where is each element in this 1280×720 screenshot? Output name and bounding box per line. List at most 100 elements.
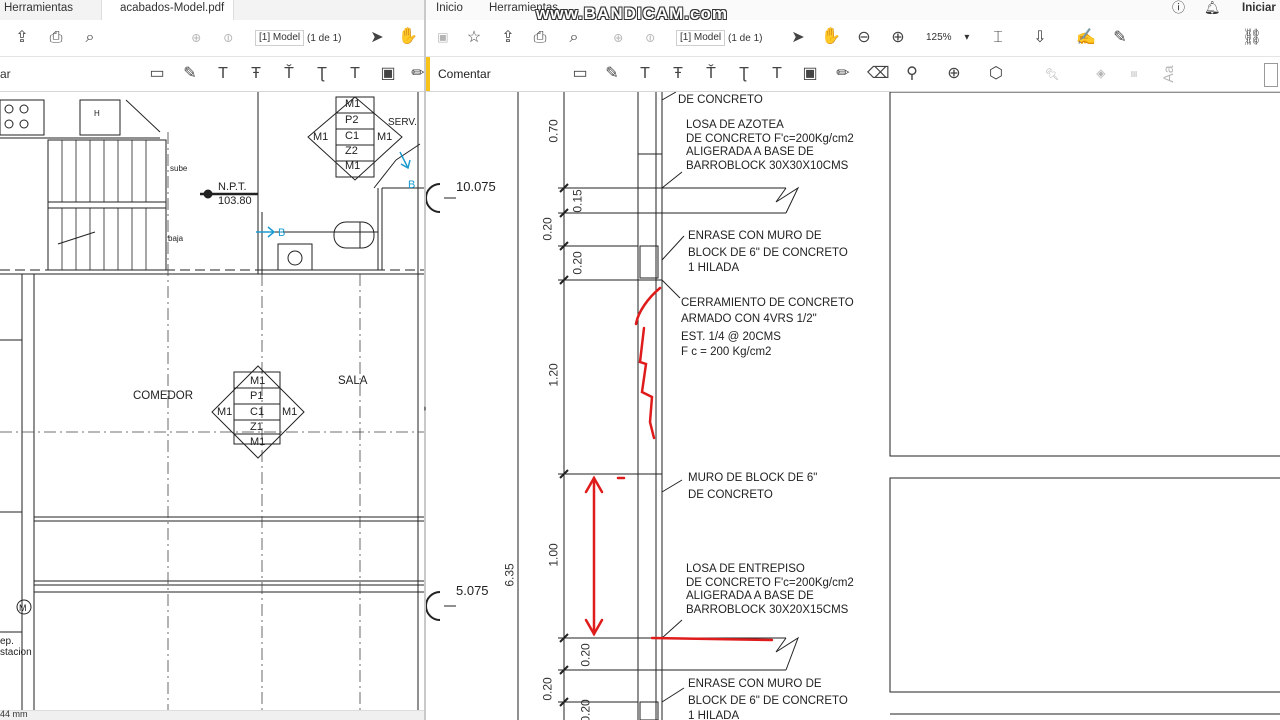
bookmark-star-icon[interactable]: ☆ [464, 30, 484, 46]
replace-text-icon[interactable]: Ť [279, 66, 299, 82]
search-zoom-icon[interactable]: ⌕ [80, 30, 100, 46]
strikethrough-icon[interactable]: Ŧ [246, 66, 266, 82]
next-page-icon[interactable]: ⊖ [220, 28, 236, 48]
sign-pen-icon[interactable]: ✍ [1076, 30, 1096, 46]
collapse-panel-icon[interactable] [1264, 63, 1278, 87]
section-detail-view[interactable]: 10.075 5.075 0.70 0.20 0.15 0.20 1.20 1.… [426, 92, 1280, 720]
note-15: DE CONCRETO F'c=200Kg/cm2 [686, 577, 854, 589]
note-11: F c = 200 Kg/cm2 [681, 346, 772, 358]
diamond1-side-right: M1 [377, 131, 393, 143]
floor-plan-view[interactable]: H sube baja N.P.T. 103.80 B B SERV. M1 P… [0, 92, 424, 720]
print-icon[interactable]: ⎙ [46, 30, 66, 46]
scroll-mode-icon[interactable]: ⇩ [1030, 30, 1050, 46]
dim-020-e: 0.20 [578, 699, 593, 720]
underline-text-icon[interactable]: T [635, 66, 655, 82]
note-7: 1 HILADA [688, 262, 740, 274]
add-text-icon[interactable]: T [345, 66, 365, 82]
hand-tool-icon[interactable]: ✋ [821, 29, 841, 45]
next-page-icon[interactable]: ⊖ [642, 28, 658, 48]
note-14: LOSA DE ENTREPISO [686, 563, 805, 575]
note-13: DE CONCRETO [688, 489, 773, 501]
prev-page-icon[interactable]: ⊕ [188, 28, 204, 48]
diamond2-row4: Z1 [250, 421, 263, 433]
strikethrough-icon[interactable]: Ŧ [668, 66, 688, 82]
dim-635: 6.35 [502, 563, 517, 587]
menu-inicio[interactable]: Inicio [436, 0, 463, 20]
eraser-icon[interactable]: ⌫ [867, 66, 890, 82]
insert-text-icon[interactable]: Ʈ [734, 66, 754, 82]
note-6: BLOCK DE 6" DE CONCRETO [688, 247, 848, 259]
zoom-level-select[interactable]: 125% ▾ [926, 32, 969, 43]
text-properties-icon[interactable]: Aa [1160, 64, 1176, 84]
text-box-icon[interactable]: ▣ [378, 66, 398, 82]
note-0: DE CONCRETO [678, 94, 763, 106]
fill-sign-icon[interactable]: ✎ [1110, 30, 1130, 46]
hand-tool-icon[interactable]: ✋ [398, 29, 418, 45]
right-comment-bar: Comentar ▭ ✎ T Ŧ Ť Ʈ T ▣ ✏ ⌫ ⚲ ⊕ ⬡ 📌︎ ◈ … [426, 57, 1280, 92]
comment-label: Comentar [438, 67, 491, 81]
section-marker-b2: B [408, 179, 416, 191]
level-lower: 5.075 [456, 583, 489, 598]
dep-label-2: stacion [0, 647, 32, 658]
page-count: (1 de 1) [728, 33, 763, 44]
line-weight-icon[interactable]: ≡ [1126, 64, 1142, 84]
select-arrow-icon[interactable]: ➤ [788, 30, 808, 46]
diamond1-row1: M1 [345, 98, 361, 110]
zoom-level-value: 125% [926, 32, 952, 43]
fit-page-icon[interactable]: ⌶ [988, 30, 1008, 46]
search-zoom-icon[interactable]: ⌕ [564, 30, 584, 46]
diamond1-row5: M1 [345, 160, 361, 172]
serv-label: SERV. [388, 117, 417, 128]
note-16: ALIGERADA A BASE DE [686, 590, 814, 602]
insert-text-icon[interactable]: Ʈ [312, 66, 332, 82]
sticky-note-icon[interactable]: ▭ [147, 66, 167, 82]
add-text-icon[interactable]: T [767, 66, 787, 82]
bandicam-watermark: www.BANDICAM.com [536, 4, 728, 23]
comment-label-partial: ar [0, 67, 11, 81]
diamond2-side-left: M1 [217, 406, 233, 418]
diamond2-side-right: M1 [282, 406, 298, 418]
pin-icon[interactable]: 📌︎ [1044, 64, 1060, 84]
page-number-input[interactable]: [1] Model [255, 30, 305, 46]
share-link-icon[interactable]: ⛓ [1242, 30, 1262, 46]
notification-bell-icon[interactable]: 🔔︎ [1204, 0, 1221, 20]
stamp-icon[interactable]: ⚲ [902, 66, 922, 82]
upload-cloud-icon[interactable]: ⇪ [12, 30, 32, 46]
diamond1-row4: Z2 [345, 145, 358, 157]
left-tabbar: Herramientas acabados-Model.pdf × [0, 0, 424, 31]
section-marker-b: B [278, 227, 286, 239]
tab-herramientas[interactable]: Herramientas [4, 0, 73, 20]
dim-015: 0.15 [570, 189, 585, 213]
tab-document[interactable]: acabados-Model.pdf × [101, 0, 234, 31]
shapes-icon[interactable]: ⬡ [986, 66, 1006, 82]
underline-text-icon[interactable]: T [213, 66, 233, 82]
replace-text-icon[interactable]: Ť [701, 66, 721, 82]
page-count: (1 de 1) [307, 33, 342, 44]
select-arrow-icon[interactable]: ➤ [367, 30, 387, 46]
help-icon[interactable]: ⓘ [1172, 0, 1185, 20]
zoom-out-icon[interactable]: ⊖ [854, 30, 874, 46]
zoom-in-icon[interactable]: ⊕ [888, 30, 908, 46]
note-3: ALIGERADA A BASE DE [686, 146, 814, 158]
prev-page-icon[interactable]: ⊕ [610, 28, 626, 48]
print-icon[interactable]: ⎙ [530, 30, 550, 46]
highlight-icon[interactable]: ✎ [602, 66, 622, 82]
note-17: BARROBLOCK 30X20X15CMS [686, 604, 849, 616]
highlight-icon[interactable]: ✎ [180, 66, 200, 82]
page-number-input[interactable]: [1] Model [676, 30, 726, 46]
note-4: BARROBLOCK 30X30X10CMS [686, 160, 849, 172]
note-20: 1 HILADA [688, 710, 740, 720]
note-18: ENRASE CON MURO DE [688, 678, 822, 690]
save-icon[interactable]: ▣ [434, 28, 450, 48]
fill-color-icon[interactable]: ◈ [1092, 64, 1108, 84]
upload-cloud-icon[interactable]: ⇪ [498, 30, 518, 46]
pencil-icon[interactable]: ✏ [833, 66, 853, 82]
dim-020-d: 0.20 [540, 677, 555, 701]
sign-in-link[interactable]: Iniciar [1242, 0, 1276, 20]
section-drawing [426, 92, 1280, 720]
sticky-note-icon[interactable]: ▭ [570, 66, 590, 82]
pencil-icon[interactable]: ✏ [408, 66, 424, 82]
text-box-icon[interactable]: ▣ [800, 66, 820, 82]
attach-file-icon[interactable]: ⊕ [944, 66, 964, 82]
left-toolbar: ⇪ ⎙ ⌕ ⊕ ⊖ [1] Model (1 de 1) ➤ ✋ [0, 20, 424, 57]
